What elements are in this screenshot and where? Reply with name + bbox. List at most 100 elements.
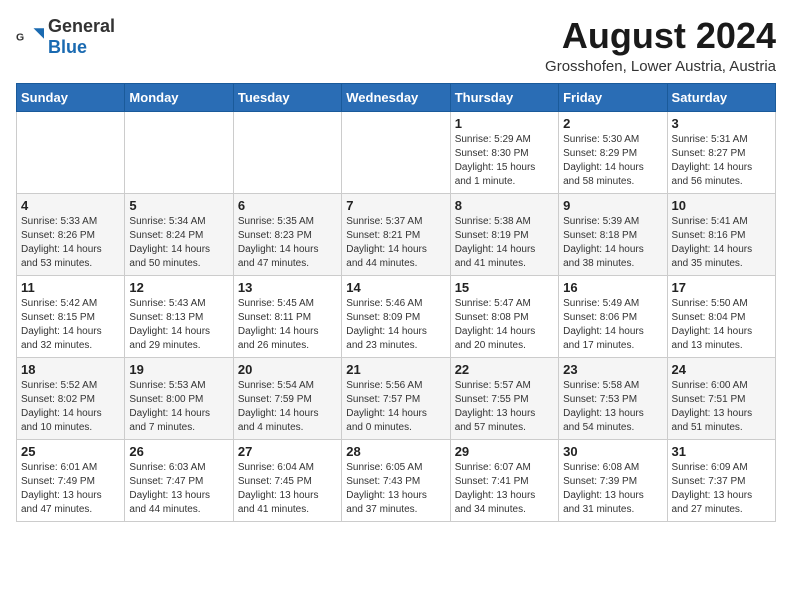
day-info: Sunrise: 5:29 AMSunset: 8:30 PMDaylight:…: [455, 133, 554, 189]
day-info: Sunrise: 5:41 AMSunset: 8:16 PMDaylight:…: [672, 215, 771, 271]
logo-icon: G: [16, 23, 44, 51]
day-number: 12: [129, 280, 228, 295]
calendar-cell: 8 Sunrise: 5:38 AMSunset: 8:19 PMDaylight…: [450, 193, 558, 275]
calendar-cell: 21 Sunrise: 5:56 AMSunset: 7:57 PMDayligh…: [342, 357, 450, 439]
day-info: Sunrise: 5:43 AMSunset: 8:13 PMDaylight:…: [129, 297, 228, 353]
calendar-cell: 25 Sunrise: 6:01 AMSunset: 7:49 PMDayligh…: [17, 439, 125, 521]
day-header-tuesday: Tuesday: [233, 83, 341, 111]
header: G General Blue August 2024 Grosshofen, L…: [16, 16, 776, 75]
day-number: 26: [129, 444, 228, 459]
calendar-cell: [342, 111, 450, 193]
day-header-wednesday: Wednesday: [342, 83, 450, 111]
week-row-3: 11 Sunrise: 5:42 AMSunset: 8:15 PMDayligh…: [17, 275, 776, 357]
day-info: Sunrise: 5:57 AMSunset: 7:55 PMDaylight:…: [455, 379, 554, 435]
day-info: Sunrise: 5:34 AMSunset: 8:24 PMDaylight:…: [129, 215, 228, 271]
day-number: 29: [455, 444, 554, 459]
day-info: Sunrise: 5:52 AMSunset: 8:02 PMDaylight:…: [21, 379, 120, 435]
day-info: Sunrise: 6:00 AMSunset: 7:51 PMDaylight:…: [672, 379, 771, 435]
day-info: Sunrise: 5:38 AMSunset: 8:19 PMDaylight:…: [455, 215, 554, 271]
day-number: 27: [238, 444, 337, 459]
day-number: 30: [563, 444, 662, 459]
calendar-cell: 13 Sunrise: 5:45 AMSunset: 8:11 PMDayligh…: [233, 275, 341, 357]
calendar-cell: 11 Sunrise: 5:42 AMSunset: 8:15 PMDayligh…: [17, 275, 125, 357]
calendar-cell: 23 Sunrise: 5:58 AMSunset: 7:53 PMDayligh…: [559, 357, 667, 439]
day-number: 6: [238, 198, 337, 213]
calendar-cell: 26Sunrise: 6:03 AMSunset: 7:47 PMDayligh…: [125, 439, 233, 521]
day-info: Sunrise: 5:56 AMSunset: 7:57 PMDaylight:…: [346, 379, 445, 435]
calendar-cell: 19Sunrise: 5:53 AMSunset: 8:00 PMDayligh…: [125, 357, 233, 439]
calendar-cell: 17Sunrise: 5:50 AMSunset: 8:04 PMDayligh…: [667, 275, 775, 357]
calendar-cell: [125, 111, 233, 193]
day-header-saturday: Saturday: [667, 83, 775, 111]
day-number: 22: [455, 362, 554, 377]
calendar-cell: 28Sunrise: 6:05 AMSunset: 7:43 PMDayligh…: [342, 439, 450, 521]
calendar-cell: 9 Sunrise: 5:39 AMSunset: 8:18 PMDaylight…: [559, 193, 667, 275]
day-info: Sunrise: 5:45 AMSunset: 8:11 PMDaylight:…: [238, 297, 337, 353]
logo: G General Blue: [16, 16, 115, 58]
title-block: August 2024 Grosshofen, Lower Austria, A…: [545, 16, 776, 75]
week-row-2: 4Sunrise: 5:33 AMSunset: 8:26 PMDaylight…: [17, 193, 776, 275]
day-number: 23: [563, 362, 662, 377]
day-number: 8: [455, 198, 554, 213]
day-info: Sunrise: 6:08 AMSunset: 7:39 PMDaylight:…: [563, 461, 662, 517]
day-number: 31: [672, 444, 771, 459]
day-info: Sunrise: 5:54 AMSunset: 7:59 PMDaylight:…: [238, 379, 337, 435]
day-info: Sunrise: 5:47 AMSunset: 8:08 PMDaylight:…: [455, 297, 554, 353]
calendar-table: SundayMondayTuesdayWednesdayThursdayFrid…: [16, 83, 776, 522]
day-info: Sunrise: 6:09 AMSunset: 7:37 PMDaylight:…: [672, 461, 771, 517]
calendar-title: August 2024: [545, 16, 776, 56]
day-number: 7: [346, 198, 445, 213]
day-info: Sunrise: 5:30 AMSunset: 8:29 PMDaylight:…: [563, 133, 662, 189]
day-number: 4: [21, 198, 120, 213]
calendar-cell: 6Sunrise: 5:35 AMSunset: 8:23 PMDaylight…: [233, 193, 341, 275]
day-number: 11: [21, 280, 120, 295]
calendar-header-row: SundayMondayTuesdayWednesdayThursdayFrid…: [17, 83, 776, 111]
day-number: 9: [563, 198, 662, 213]
day-info: Sunrise: 5:49 AMSunset: 8:06 PMDaylight:…: [563, 297, 662, 353]
day-number: 2: [563, 116, 662, 131]
day-number: 25: [21, 444, 120, 459]
calendar-cell: 3Sunrise: 5:31 AMSunset: 8:27 PMDaylight…: [667, 111, 775, 193]
day-number: 18: [21, 362, 120, 377]
calendar-cell: 16 Sunrise: 5:49 AMSunset: 8:06 PMDayligh…: [559, 275, 667, 357]
day-info: Sunrise: 5:31 AMSunset: 8:27 PMDaylight:…: [672, 133, 771, 189]
logo-text-blue: Blue: [48, 37, 87, 57]
day-header-thursday: Thursday: [450, 83, 558, 111]
day-info: Sunrise: 5:42 AMSunset: 8:15 PMDaylight:…: [21, 297, 120, 353]
calendar-body: 1 Sunrise: 5:29 AMSunset: 8:30 PMDaylight…: [17, 111, 776, 521]
day-number: 13: [238, 280, 337, 295]
calendar-cell: 22 Sunrise: 5:57 AMSunset: 7:55 PMDayligh…: [450, 357, 558, 439]
day-info: Sunrise: 6:01 AMSunset: 7:49 PMDaylight:…: [21, 461, 120, 517]
calendar-cell: 31 Sunrise: 6:09 AMSunset: 7:37 PMDayligh…: [667, 439, 775, 521]
day-number: 15: [455, 280, 554, 295]
week-row-4: 18 Sunrise: 5:52 AMSunset: 8:02 PMDayligh…: [17, 357, 776, 439]
day-number: 5: [129, 198, 228, 213]
day-info: Sunrise: 6:07 AMSunset: 7:41 PMDaylight:…: [455, 461, 554, 517]
calendar-cell: 4Sunrise: 5:33 AMSunset: 8:26 PMDaylight…: [17, 193, 125, 275]
calendar-cell: 14Sunrise: 5:46 AMSunset: 8:09 PMDayligh…: [342, 275, 450, 357]
logo-text-general: General: [48, 16, 115, 36]
day-number: 21: [346, 362, 445, 377]
calendar-cell: 2 Sunrise: 5:30 AMSunset: 8:29 PMDaylight…: [559, 111, 667, 193]
day-number: 24: [672, 362, 771, 377]
calendar-cell: 10Sunrise: 5:41 AMSunset: 8:16 PMDayligh…: [667, 193, 775, 275]
day-info: Sunrise: 5:39 AMSunset: 8:18 PMDaylight:…: [563, 215, 662, 271]
calendar-cell: 7Sunrise: 5:37 AMSunset: 8:21 PMDaylight…: [342, 193, 450, 275]
calendar-subtitle: Grosshofen, Lower Austria, Austria: [545, 58, 776, 75]
day-number: 1: [455, 116, 554, 131]
calendar-cell: 29 Sunrise: 6:07 AMSunset: 7:41 PMDayligh…: [450, 439, 558, 521]
day-header-monday: Monday: [125, 83, 233, 111]
calendar-cell: 15 Sunrise: 5:47 AMSunset: 8:08 PMDayligh…: [450, 275, 558, 357]
day-header-friday: Friday: [559, 83, 667, 111]
day-number: 16: [563, 280, 662, 295]
calendar-cell: 30 Sunrise: 6:08 AMSunset: 7:39 PMDayligh…: [559, 439, 667, 521]
week-row-1: 1 Sunrise: 5:29 AMSunset: 8:30 PMDaylight…: [17, 111, 776, 193]
calendar-cell: 27Sunrise: 6:04 AMSunset: 7:45 PMDayligh…: [233, 439, 341, 521]
day-number: 14: [346, 280, 445, 295]
day-info: Sunrise: 5:50 AMSunset: 8:04 PMDaylight:…: [672, 297, 771, 353]
calendar-cell: [233, 111, 341, 193]
calendar-cell: 24 Sunrise: 6:00 AMSunset: 7:51 PMDayligh…: [667, 357, 775, 439]
day-info: Sunrise: 5:58 AMSunset: 7:53 PMDaylight:…: [563, 379, 662, 435]
day-number: 20: [238, 362, 337, 377]
day-number: 19: [129, 362, 228, 377]
